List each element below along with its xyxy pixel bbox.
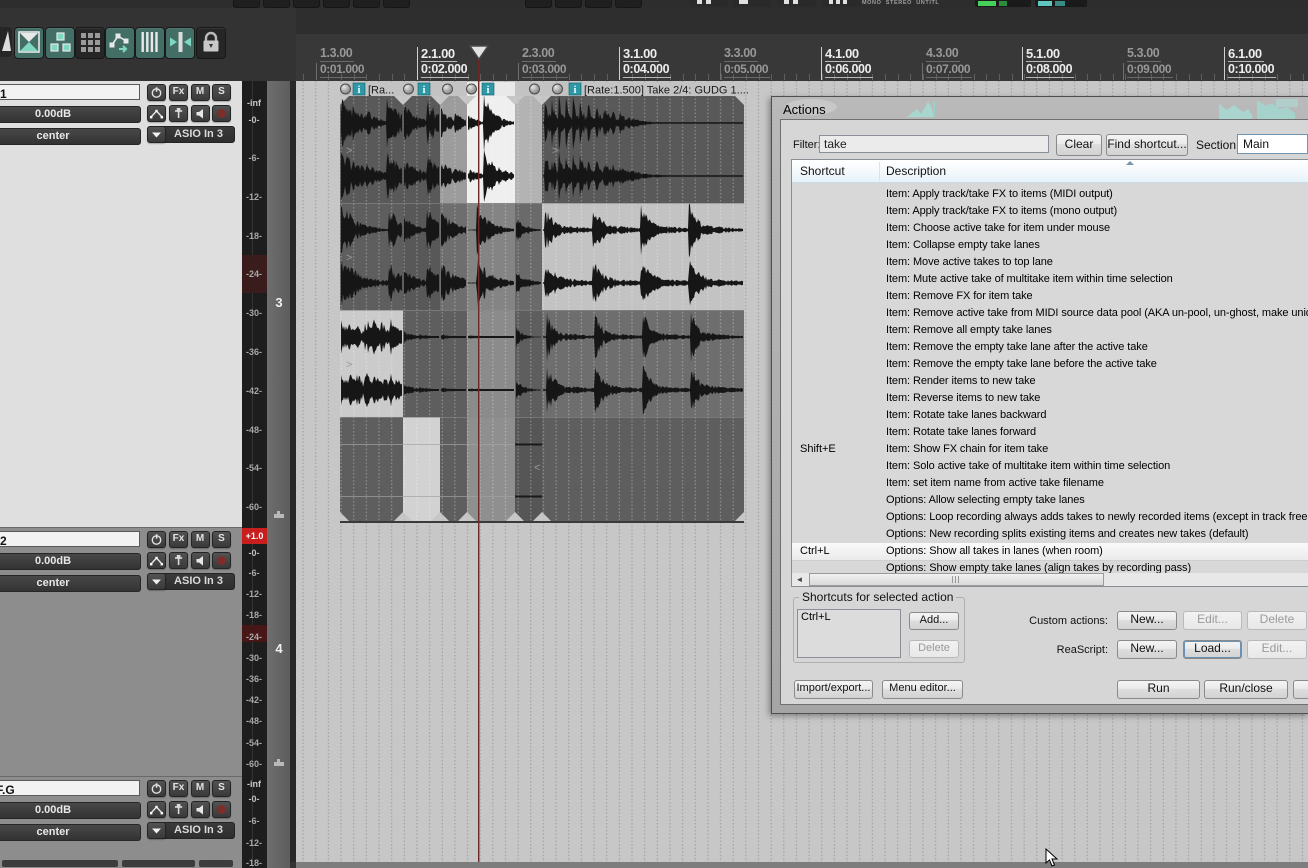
svg-text:>: >: [346, 359, 352, 371]
svg-text:[Rate:1.500] Take 2/4: GUDG 1.: [Rate:1.500] Take 2/4: GUDG 1....: [584, 85, 749, 97]
svg-text:>: >: [346, 145, 352, 157]
svg-text:>: >: [346, 252, 352, 264]
svg-text:i: i: [423, 85, 426, 96]
svg-text:[Ra...: [Ra...: [368, 85, 394, 97]
svg-text:i: i: [358, 85, 361, 96]
svg-text:i: i: [574, 85, 577, 96]
svg-text:>: >: [552, 145, 558, 157]
svg-text:i: i: [487, 85, 490, 96]
svg-text:<: <: [534, 462, 540, 474]
